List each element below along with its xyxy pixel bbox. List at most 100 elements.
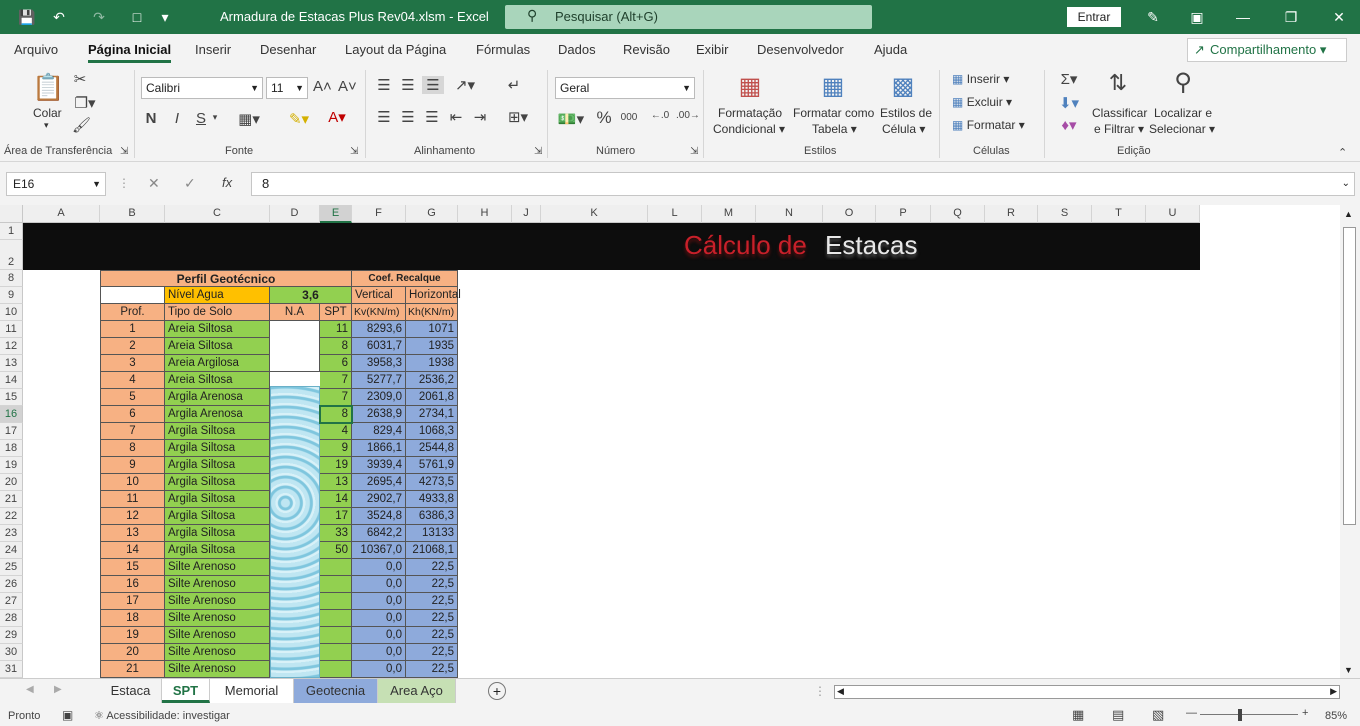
soil-type-cell[interactable]: Silte Arenoso <box>165 576 270 593</box>
zoom-slider-thumb[interactable] <box>1238 709 1242 721</box>
column-header[interactable]: E <box>320 205 352 223</box>
horizontal-scrollbar[interactable]: ◀ ▶ <box>834 685 1340 699</box>
prof-cell[interactable]: 6 <box>100 406 165 423</box>
ribbon-tab[interactable]: Arquivo <box>14 42 58 57</box>
macro-record-icon[interactable]: ▣ <box>62 708 73 722</box>
column-header[interactable]: P <box>876 205 931 223</box>
accessibility-status[interactable]: ⚛ Acessibilidade: investigar <box>94 709 230 722</box>
spt-cell[interactable]: 50 <box>320 542 352 559</box>
pen-icon[interactable]: ✎ <box>1138 6 1168 28</box>
column-header[interactable]: R <box>985 205 1038 223</box>
kh-cell[interactable]: 4933,8 <box>406 491 458 508</box>
scroll-right-icon[interactable]: ▶ <box>1330 686 1337 697</box>
soil-type-cell[interactable]: Argila Siltosa <box>165 508 270 525</box>
kv-cell[interactable]: 2638,9 <box>352 406 406 423</box>
search-box[interactable]: ⚲ Pesquisar (Alt+G) <box>505 5 872 29</box>
ribbon-tab[interactable]: Exibir <box>696 42 729 57</box>
kv-cell[interactable]: 829,4 <box>352 423 406 440</box>
sort-filter-label-2[interactable]: e Filtrar ▾ <box>1094 122 1144 136</box>
tab-prev-icon[interactable]: ◀ <box>26 684 34 695</box>
prof-cell[interactable]: 1 <box>100 321 165 338</box>
font-size-select[interactable]: 11 ▼ <box>266 77 308 99</box>
restore-icon[interactable]: ❐ <box>1276 6 1306 28</box>
row-header[interactable]: 11 <box>0 321 23 338</box>
ribbon-tab[interactable]: Desenvolvedor <box>757 42 844 57</box>
enter-icon[interactable]: ✓ <box>184 175 196 192</box>
decrease-font-icon[interactable]: A˅ <box>338 78 357 95</box>
prof-cell[interactable]: 10 <box>100 474 165 491</box>
spt-cell[interactable] <box>320 576 352 593</box>
form-icon[interactable]: □ <box>128 8 146 26</box>
font-launcher-icon[interactable]: ⇲ <box>350 146 358 157</box>
column-header[interactable]: L <box>648 205 702 223</box>
select-all-corner[interactable] <box>0 205 23 223</box>
copy-icon[interactable]: ❐▾ <box>70 94 100 112</box>
soil-type-cell[interactable]: Silte Arenoso <box>165 661 270 678</box>
kv-cell[interactable]: 0,0 <box>352 610 406 627</box>
spt-cell[interactable] <box>320 661 352 678</box>
increase-decimal-icon[interactable]: ←.0 <box>650 110 670 121</box>
normal-view-icon[interactable]: ▦ <box>1072 707 1084 723</box>
column-header[interactable]: A <box>23 205 100 223</box>
row-header[interactable]: 10 <box>0 304 23 321</box>
soil-type-cell[interactable]: Argila Siltosa <box>165 457 270 474</box>
spt-cell[interactable]: 9 <box>320 440 352 457</box>
row-header[interactable]: 17 <box>0 423 23 440</box>
align-left-icon[interactable]: ☰ <box>376 108 392 126</box>
prof-cell[interactable]: 3 <box>100 355 165 372</box>
row-header[interactable]: 13 <box>0 355 23 372</box>
soil-type-cell[interactable]: Argila Siltosa <box>165 474 270 491</box>
align-right-icon[interactable]: ☰ <box>424 108 440 126</box>
ribbon-tab[interactable]: Layout da Página <box>345 42 446 57</box>
insert-cells-button[interactable]: ▦ Inserir ▾ <box>952 72 1009 86</box>
prof-cell[interactable]: 5 <box>100 389 165 406</box>
soil-type-cell[interactable]: Argila Arenosa <box>165 389 270 406</box>
minimize-icon[interactable]: — <box>1228 6 1258 28</box>
header-coef-recalque[interactable]: Coef. Recalque <box>352 270 458 287</box>
prof-cell[interactable]: 17 <box>100 593 165 610</box>
na-cell[interactable] <box>270 355 320 372</box>
kv-cell[interactable]: 10367,0 <box>352 542 406 559</box>
kv-cell[interactable]: 1866,1 <box>352 440 406 457</box>
decrease-indent-icon[interactable]: ⇤ <box>448 108 464 126</box>
kv-cell[interactable]: 0,0 <box>352 576 406 593</box>
column-header[interactable]: H <box>458 205 512 223</box>
kh-cell[interactable]: 22,5 <box>406 644 458 661</box>
formula-input[interactable]: 8 ⌄ <box>251 172 1355 196</box>
save-icon[interactable]: 💾 <box>18 8 36 26</box>
align-top-icon[interactable]: ☰ <box>376 76 392 94</box>
alignment-launcher-icon[interactable]: ⇲ <box>534 146 542 157</box>
fill-icon[interactable]: ⬇▾ <box>1054 94 1084 112</box>
prof-cell[interactable]: 16 <box>100 576 165 593</box>
format-cells-button[interactable]: ▦ Formatar ▾ <box>952 118 1025 132</box>
kh-cell[interactable]: 2544,8 <box>406 440 458 457</box>
format-as-table-label-2[interactable]: Tabela ▾ <box>812 122 857 136</box>
kh-cell[interactable]: 1935 <box>406 338 458 355</box>
kh-cell[interactable]: 1071 <box>406 321 458 338</box>
spt-cell[interactable] <box>320 610 352 627</box>
kv-cell[interactable]: 0,0 <box>352 559 406 576</box>
spt-cell[interactable]: 8 <box>320 338 352 355</box>
zoom-level[interactable]: 85% <box>1325 710 1347 722</box>
paste-dropdown-icon[interactable]: ▾ <box>44 120 49 131</box>
ribbon-display-icon[interactable]: ▣ <box>1182 6 1212 28</box>
find-select-icon[interactable]: ⚲ <box>1168 68 1198 97</box>
vertical-label[interactable]: Vertical <box>352 287 406 304</box>
row-header[interactable]: 8 <box>0 270 23 287</box>
worksheet[interactable]: Cálculo de Estacas ABCDEFGHJKLMNOPQRSTU 1… <box>0 205 1340 678</box>
kh-cell[interactable]: 5761,9 <box>406 457 458 474</box>
ribbon-tab[interactable]: Desenhar <box>260 42 316 57</box>
ribbon-tab[interactable]: Ajuda <box>874 42 907 57</box>
name-box[interactable]: E16 ▼ <box>6 172 106 196</box>
align-center-icon[interactable]: ☰ <box>400 108 416 126</box>
prof-cell[interactable]: 7 <box>100 423 165 440</box>
prof-cell[interactable]: 19 <box>100 627 165 644</box>
soil-type-cell[interactable]: Argila Siltosa <box>165 491 270 508</box>
kv-cell[interactable]: 0,0 <box>352 627 406 644</box>
expand-formula-icon[interactable]: ⌄ <box>1342 173 1350 195</box>
ribbon-tab[interactable]: Inserir <box>195 42 231 57</box>
kh-cell[interactable]: 6386,3 <box>406 508 458 525</box>
kv-cell[interactable]: 6031,7 <box>352 338 406 355</box>
spt-cell[interactable]: 17 <box>320 508 352 525</box>
sheet-tab[interactable]: Estaca <box>100 679 162 703</box>
